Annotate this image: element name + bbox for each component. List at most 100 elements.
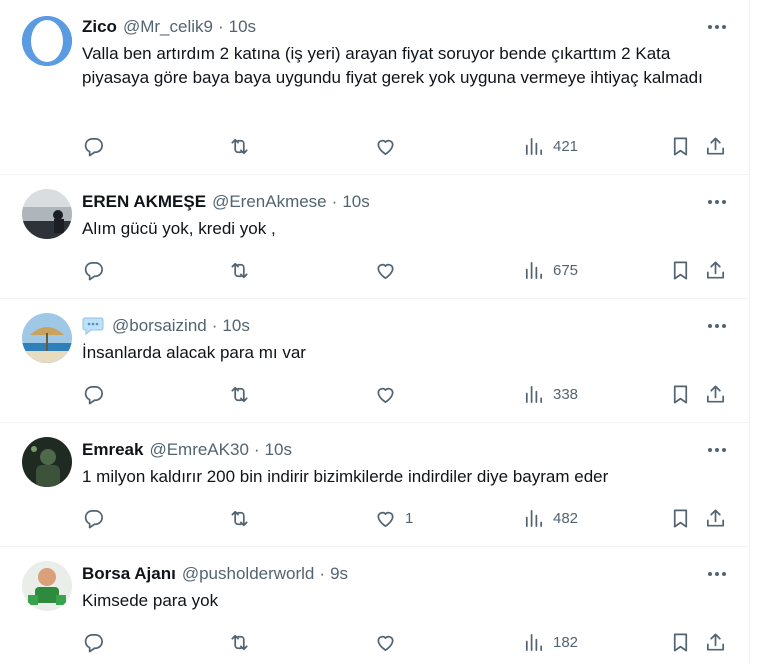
bookmark-icon [673, 384, 688, 404]
retweet-icon [231, 634, 248, 650]
tweet[interactable]: EREN AKMEŞE @ErenAkmese · 10s Alım gücü … [0, 175, 750, 299]
views-button[interactable]: 182 [522, 629, 578, 655]
tweet-actions: 675 [82, 257, 742, 283]
user-handle[interactable]: @Mr_celik9 [123, 16, 213, 38]
views-button[interactable]: 675 [522, 257, 578, 283]
tweet-text: Valla ben artırdım 2 katına (iş yeri) ar… [82, 44, 703, 87]
share-icon [706, 136, 725, 155]
timestamp[interactable]: 10s [265, 439, 292, 461]
timestamp[interactable]: 9s [330, 563, 348, 585]
more-options-button[interactable] [704, 440, 730, 460]
more-dots-icon [708, 324, 726, 328]
views-button[interactable]: 421 [522, 133, 578, 159]
tweet-header: @borsaizind · 10s [82, 315, 250, 337]
more-dots-icon [708, 572, 726, 576]
speech-bubble-emoji-icon [82, 317, 104, 335]
heart-icon [377, 139, 394, 155]
share-icon [706, 260, 725, 279]
avatar[interactable] [22, 189, 72, 239]
tweet[interactable]: @borsaizind · 10s İnsanlarda alacak para… [0, 299, 750, 423]
avatar[interactable] [22, 313, 72, 363]
like-button[interactable] [374, 381, 405, 407]
reply-icon [84, 261, 103, 280]
retweet-button[interactable] [228, 133, 251, 159]
reply-button[interactable] [82, 505, 105, 531]
bookmark-button[interactable] [669, 381, 692, 407]
share-button[interactable] [704, 381, 727, 407]
views-bar-icon [525, 633, 543, 651]
share-button[interactable] [704, 133, 727, 159]
tweet-header: EREN AKMEŞE @ErenAkmese · 10s [82, 191, 370, 213]
separator-dot: · [217, 17, 224, 36]
reply-button[interactable] [82, 133, 105, 159]
views-bar-icon [525, 137, 543, 155]
like-button[interactable] [374, 629, 405, 655]
like-button[interactable] [374, 133, 405, 159]
avatar[interactable] [22, 16, 72, 66]
timestamp[interactable]: 10s [229, 16, 256, 38]
view-count: 338 [553, 385, 579, 403]
user-handle[interactable]: @ErenAkmese [212, 191, 327, 213]
share-icon [706, 508, 725, 527]
share-button[interactable] [704, 257, 727, 283]
like-button[interactable]: 1 [374, 505, 413, 531]
user-handle[interactable]: @borsaizind [112, 315, 207, 337]
share-button[interactable] [704, 505, 727, 531]
tweet-header: Zico @Mr_celik9 · 10s [82, 16, 256, 38]
avatar[interactable] [22, 561, 72, 611]
bookmark-icon [673, 632, 688, 652]
user-handle[interactable]: @EmreAK30 [149, 439, 248, 461]
more-options-button[interactable] [704, 17, 730, 37]
tweet[interactable]: Emreak @EmreAK30 · 10s 1 milyon kaldırır… [0, 423, 750, 547]
view-count: 482 [553, 509, 579, 527]
views-button[interactable]: 482 [522, 505, 578, 531]
reply-icon [84, 633, 103, 652]
heart-icon [377, 387, 394, 403]
retweet-icon [231, 138, 248, 154]
share-button[interactable] [704, 629, 727, 655]
bookmark-button[interactable] [669, 133, 692, 159]
more-dots-icon [708, 200, 726, 204]
more-options-button[interactable] [704, 316, 730, 336]
more-options-button[interactable] [704, 564, 730, 584]
views-bar-icon [525, 385, 543, 403]
reply-button[interactable] [82, 629, 105, 655]
bookmark-button[interactable] [669, 257, 692, 283]
like-button[interactable] [374, 257, 405, 283]
reply-button[interactable] [82, 257, 105, 283]
bookmark-icon [673, 508, 688, 528]
separator-dot: · [331, 192, 338, 211]
display-name[interactable]: Emreak [82, 439, 143, 461]
user-handle[interactable]: @pusholderworld [182, 563, 315, 585]
timestamp[interactable]: 10s [222, 315, 249, 337]
bookmark-button[interactable] [669, 505, 692, 531]
retweet-icon [231, 510, 248, 526]
heart-icon [377, 511, 394, 527]
avatar[interactable] [22, 437, 72, 487]
display-name[interactable]: Borsa Ajanı [82, 563, 176, 585]
tweet-text: 1 milyon kaldırır 200 bin indirir bizimk… [82, 467, 609, 486]
view-count: 182 [553, 633, 579, 651]
tweet-text: İnsanlarda alacak para mı var [82, 343, 306, 362]
timestamp[interactable]: 10s [342, 191, 369, 213]
bookmark-icon [673, 136, 688, 156]
tweet-actions: 1 482 [82, 505, 742, 531]
display-name[interactable]: Zico [82, 16, 117, 38]
avatar-image [22, 313, 72, 363]
display-name[interactable]: EREN AKMEŞE [82, 191, 206, 213]
avatar-image [22, 561, 72, 611]
view-count: 675 [553, 261, 579, 279]
bookmark-button[interactable] [669, 629, 692, 655]
retweet-button[interactable] [228, 629, 251, 655]
tweet[interactable]: Borsa Ajanı @pusholderworld · 9s Kimsede… [0, 547, 750, 665]
tweet[interactable]: Zico @Mr_celik9 · 10s Valla ben artırdım… [0, 0, 750, 175]
tweet-feed: Zico @Mr_celik9 · 10s Valla ben artırdım… [0, 0, 750, 665]
retweet-button[interactable] [228, 257, 251, 283]
retweet-icon [231, 386, 248, 402]
views-button[interactable]: 338 [522, 381, 578, 407]
retweet-button[interactable] [228, 505, 251, 531]
more-options-button[interactable] [704, 192, 730, 212]
views-bar-icon [525, 261, 543, 279]
retweet-button[interactable] [228, 381, 251, 407]
reply-button[interactable] [82, 381, 105, 407]
